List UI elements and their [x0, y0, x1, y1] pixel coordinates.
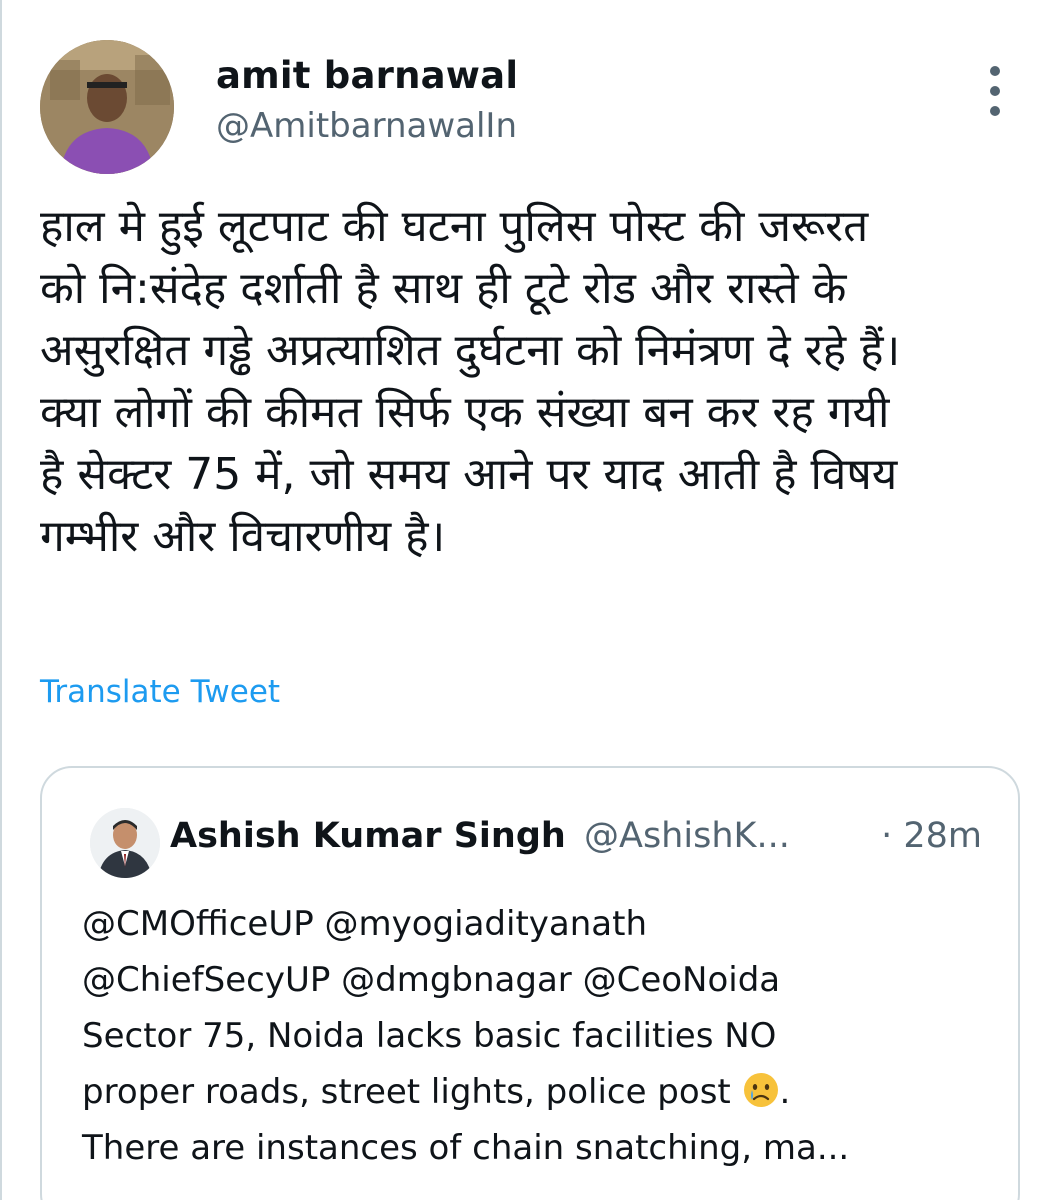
- quote-text-line: There are instances of chain snatching, …: [82, 1128, 850, 1168]
- more-vertical-icon: [990, 66, 1000, 76]
- quote-author-avatar[interactable]: [90, 808, 160, 878]
- quote-text-fragment: .: [779, 1072, 791, 1112]
- quote-text-line: @CMOfficeUP @myogiadityanath: [82, 904, 648, 944]
- author-name[interactable]: amit barnawal: [216, 54, 518, 97]
- more-options-button[interactable]: [978, 66, 1012, 116]
- tweet-text-line: हाल मे हुई लूटपाट की घटना पुलिस पोस्ट की…: [40, 201, 869, 252]
- quote-text-line: proper roads, street lights, police post…: [82, 1064, 1002, 1120]
- quote-author-name[interactable]: Ashish Kumar Singh: [170, 816, 566, 856]
- quote-text-fragment: proper roads, street lights, police post: [82, 1072, 742, 1112]
- tweet-text-line: असुरक्षित गड्ढे अप्रत्याशित दुर्घटना को …: [40, 325, 901, 376]
- quoted-tweet-card[interactable]: Ashish Kumar Singh @AshishK... · 28m @CM…: [40, 766, 1020, 1200]
- window-edge: [0, 0, 2, 1200]
- tweet-text-line: है सेक्टर 75 में, जो समय आने पर याद आती …: [40, 449, 898, 500]
- quote-text-line: Sector 75, Noida lacks basic facilities …: [82, 1016, 777, 1056]
- more-vertical-icon-dot: [990, 106, 1000, 116]
- more-vertical-icon-dot: [990, 86, 1000, 96]
- quote-text: @CMOfficeUP @myogiadityanath @ChiefSecyU…: [82, 896, 1002, 1176]
- quote-timestamp[interactable]: · 28m: [881, 816, 982, 856]
- tweet-text-line: को नि:संदेह दर्शाती है साथ ही टूटे रोड औ…: [40, 263, 847, 314]
- crying-face-icon: [743, 1073, 778, 1107]
- tweet-text-line: गम्भीर और विचारणीय है।: [40, 511, 446, 562]
- quote-author-handle[interactable]: @AshishK...: [584, 816, 790, 856]
- quote-header: Ashish Kumar Singh @AshishK... · 28m: [170, 816, 990, 866]
- quote-text-line: @ChiefSecyUP @dmgbnagar @CeoNoida: [82, 960, 781, 1000]
- tweet-text-line: क्या लोगों की कीमत सिर्फ एक संख्या बन कर…: [40, 387, 890, 438]
- tweet-text: हाल मे हुई लूटपाट की घटना पुलिस पोस्ट की…: [40, 196, 1025, 568]
- author-handle[interactable]: @AmitbarnawalIn: [216, 106, 517, 146]
- translate-tweet-link[interactable]: Translate Tweet: [40, 674, 280, 710]
- author-avatar[interactable]: [40, 40, 174, 174]
